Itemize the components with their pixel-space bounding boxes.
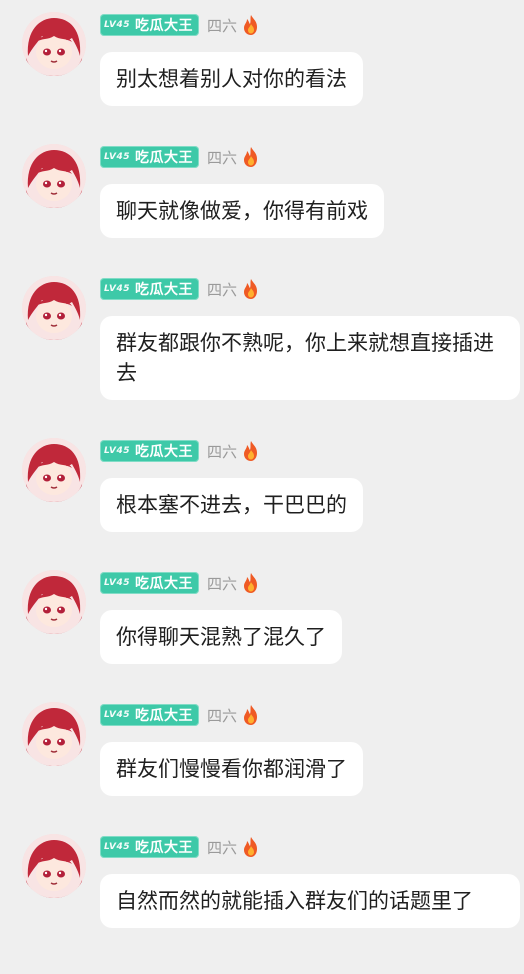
avatar[interactable] [22,12,86,76]
fire-icon [244,573,258,593]
message-text: 聊天就像做爱，你得有前戏 [116,199,368,223]
badge-level: LV45 [104,20,130,30]
fire-icon [244,147,258,167]
level-badge: LV45 吃瓜大王 [100,440,199,462]
badge-level: LV45 [104,446,130,456]
badge-level: LV45 [104,152,130,162]
badge-level: LV45 [104,578,130,588]
message-text: 群友都跟你不熟呢，你上来就想直接插进去 [116,331,494,385]
message-text: 群友们慢慢看你都润滑了 [116,757,347,781]
level-badge: LV45 吃瓜大王 [100,836,199,858]
badge-title: 吃瓜大王 [135,444,193,460]
avatar-image [22,144,86,208]
sender-meta: LV45 吃瓜大王 四六 [100,834,261,860]
avatar[interactable] [22,144,86,208]
badge-title: 吃瓜大王 [135,708,193,724]
badge-level: LV45 [104,710,130,720]
sender-meta: LV45 吃瓜大王 四六 [100,570,261,596]
avatar-image [22,702,86,766]
sender-meta: LV45 吃瓜大王 四六 [100,276,261,302]
message-bubble[interactable]: 聊天就像做爱，你得有前戏 [100,184,384,238]
sender-nickname[interactable]: 四六 [207,705,237,726]
fire-icon [244,279,258,299]
sender-nickname[interactable]: 四六 [207,279,237,300]
message-bubble[interactable]: 根本塞不进去，干巴巴的 [100,478,363,532]
level-badge: LV45 吃瓜大王 [100,14,199,36]
badge-title: 吃瓜大王 [135,576,193,592]
sender-nickname[interactable]: 四六 [207,837,237,858]
sender-meta: LV45 吃瓜大王 四六 [100,702,261,728]
fire-icon [244,705,258,725]
badge-level: LV45 [104,842,130,852]
message-text: 根本塞不进去，干巴巴的 [116,493,347,517]
avatar-image [22,12,86,76]
message-bubble[interactable]: 别太想着别人对你的看法 [100,52,363,106]
fire-icon [244,15,258,35]
sender-nickname[interactable]: 四六 [207,441,237,462]
avatar-image [22,834,86,898]
sender-meta: LV45 吃瓜大王 四六 [100,438,261,464]
level-badge: LV45 吃瓜大王 [100,704,199,726]
sender-meta: LV45 吃瓜大王 四六 [100,12,261,38]
message-bubble[interactable]: 自然而然的就能插入群友们的话题里了 [100,874,520,928]
badge-title: 吃瓜大王 [135,150,193,166]
avatar-image [22,438,86,502]
sender-nickname[interactable]: 四六 [207,147,237,168]
message-text: 你得聊天混熟了混久了 [116,625,326,649]
avatar-image [22,276,86,340]
message-text: 别太想着别人对你的看法 [116,67,347,91]
message-bubble[interactable]: 群友都跟你不熟呢，你上来就想直接插进去 [100,316,520,400]
sender-meta: LV45 吃瓜大王 四六 [100,144,261,170]
message-text: 自然而然的就能插入群友们的话题里了 [116,889,473,913]
badge-title: 吃瓜大王 [135,840,193,856]
message-bubble[interactable]: 你得聊天混熟了混久了 [100,610,342,664]
sender-nickname[interactable]: 四六 [207,573,237,594]
badge-level: LV45 [104,284,130,294]
level-badge: LV45 吃瓜大王 [100,572,199,594]
avatar[interactable] [22,276,86,340]
badge-title: 吃瓜大王 [135,18,193,34]
message-bubble[interactable]: 群友们慢慢看你都润滑了 [100,742,363,796]
badge-title: 吃瓜大王 [135,282,193,298]
sender-nickname[interactable]: 四六 [207,15,237,36]
avatar[interactable] [22,702,86,766]
avatar-image [22,570,86,634]
avatar[interactable] [22,834,86,898]
fire-icon [244,837,258,857]
avatar[interactable] [22,570,86,634]
level-badge: LV45 吃瓜大王 [100,146,199,168]
avatar[interactable] [22,438,86,502]
fire-icon [244,441,258,461]
level-badge: LV45 吃瓜大王 [100,278,199,300]
